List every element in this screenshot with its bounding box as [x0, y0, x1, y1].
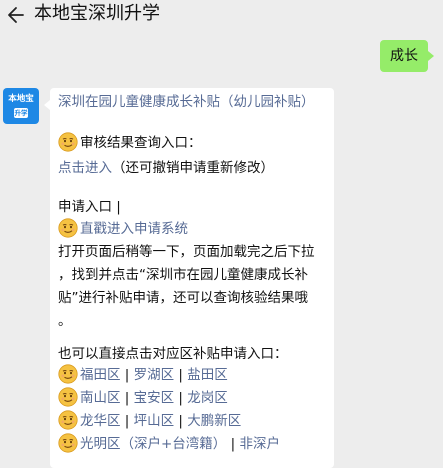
separator: |: [120, 413, 134, 429]
avatar[interactable]: 本地宝 升学: [3, 88, 39, 124]
separator: |: [226, 436, 240, 452]
district-link-baoan[interactable]: 宝安区: [134, 390, 175, 406]
smirk-face-emoji-icon: [58, 132, 78, 152]
avatar-line-1: 本地宝: [8, 94, 34, 104]
sent-bubble-tail: [428, 51, 434, 61]
top-bar: 本地宝深圳升学: [0, 0, 443, 30]
smirk-face-emoji-icon: [58, 410, 78, 430]
separator: |: [174, 413, 188, 429]
district-row: 福田区 | 罗湖区 | 盐田区: [58, 364, 228, 386]
smirk-face-emoji-icon: [58, 218, 78, 238]
district-link-luohu[interactable]: 罗湖区: [134, 367, 175, 383]
separator: |: [174, 367, 188, 383]
apply-label: 申请入口 |: [58, 199, 121, 215]
district-link-futian[interactable]: 福田区: [80, 367, 121, 383]
smirk-face-emoji-icon: [58, 433, 78, 453]
sent-message-bubble[interactable]: 成长: [380, 40, 428, 72]
separator: |: [120, 367, 134, 383]
separator: |: [120, 390, 134, 406]
click-enter-note: （还可撤销申请重新修改）: [112, 160, 274, 176]
district-link-guangming[interactable]: 光明区（深户+台湾籍）: [80, 436, 226, 452]
message-title-link[interactable]: 深圳在园儿童健康成长补贴（幼儿园补贴）: [58, 94, 315, 110]
click-enter-link[interactable]: 点击进入: [58, 160, 112, 176]
audit-label: 审核结果查询入口：: [80, 135, 202, 151]
received-message-bubble: 深圳在园儿童健康成长补贴（幼儿园补贴） 审核结果查询入口： 点击进入（还可撤销申…: [50, 88, 334, 468]
district-row: 南山区 | 宝安区 | 龙岗区: [58, 387, 228, 409]
district-link-non-shenzhen[interactable]: 非深户: [239, 436, 280, 452]
district-row: 龙华区 | 坪山区 | 大鹏新区: [58, 410, 241, 432]
avatar-line-2: 升学: [14, 108, 28, 118]
district-row: 光明区（深户+台湾籍） | 非深户: [58, 433, 280, 455]
apply-system-link[interactable]: 直戳进入申请系统: [80, 221, 188, 237]
district-intro: 也可以直接点击对应区补贴申请入口：: [58, 346, 288, 362]
district-link-yantian[interactable]: 盐田区: [187, 367, 228, 383]
instruction-line: 贴”进行补贴申请，还可以查询核验结果哦: [58, 290, 308, 306]
instruction-line: ，找到并点击“深圳市在园儿童健康成长补: [58, 267, 308, 283]
district-link-pingshan[interactable]: 坪山区: [134, 413, 175, 429]
smirk-face-emoji-icon: [58, 387, 78, 407]
separator: |: [174, 390, 188, 406]
smirk-face-emoji-icon: [58, 364, 78, 384]
instruction-line: 打开页面后稍等一下，页面加载完之后下拉: [58, 244, 315, 260]
instruction-line: 。: [58, 313, 72, 329]
district-link-dapeng[interactable]: 大鹏新区: [187, 413, 241, 429]
district-link-longgang[interactable]: 龙岗区: [187, 390, 228, 406]
district-link-longhua[interactable]: 龙华区: [80, 413, 121, 429]
arrow-left-icon[interactable]: [6, 5, 26, 25]
district-link-nanshan[interactable]: 南山区: [80, 390, 121, 406]
page-title: 本地宝深圳升学: [34, 3, 160, 24]
